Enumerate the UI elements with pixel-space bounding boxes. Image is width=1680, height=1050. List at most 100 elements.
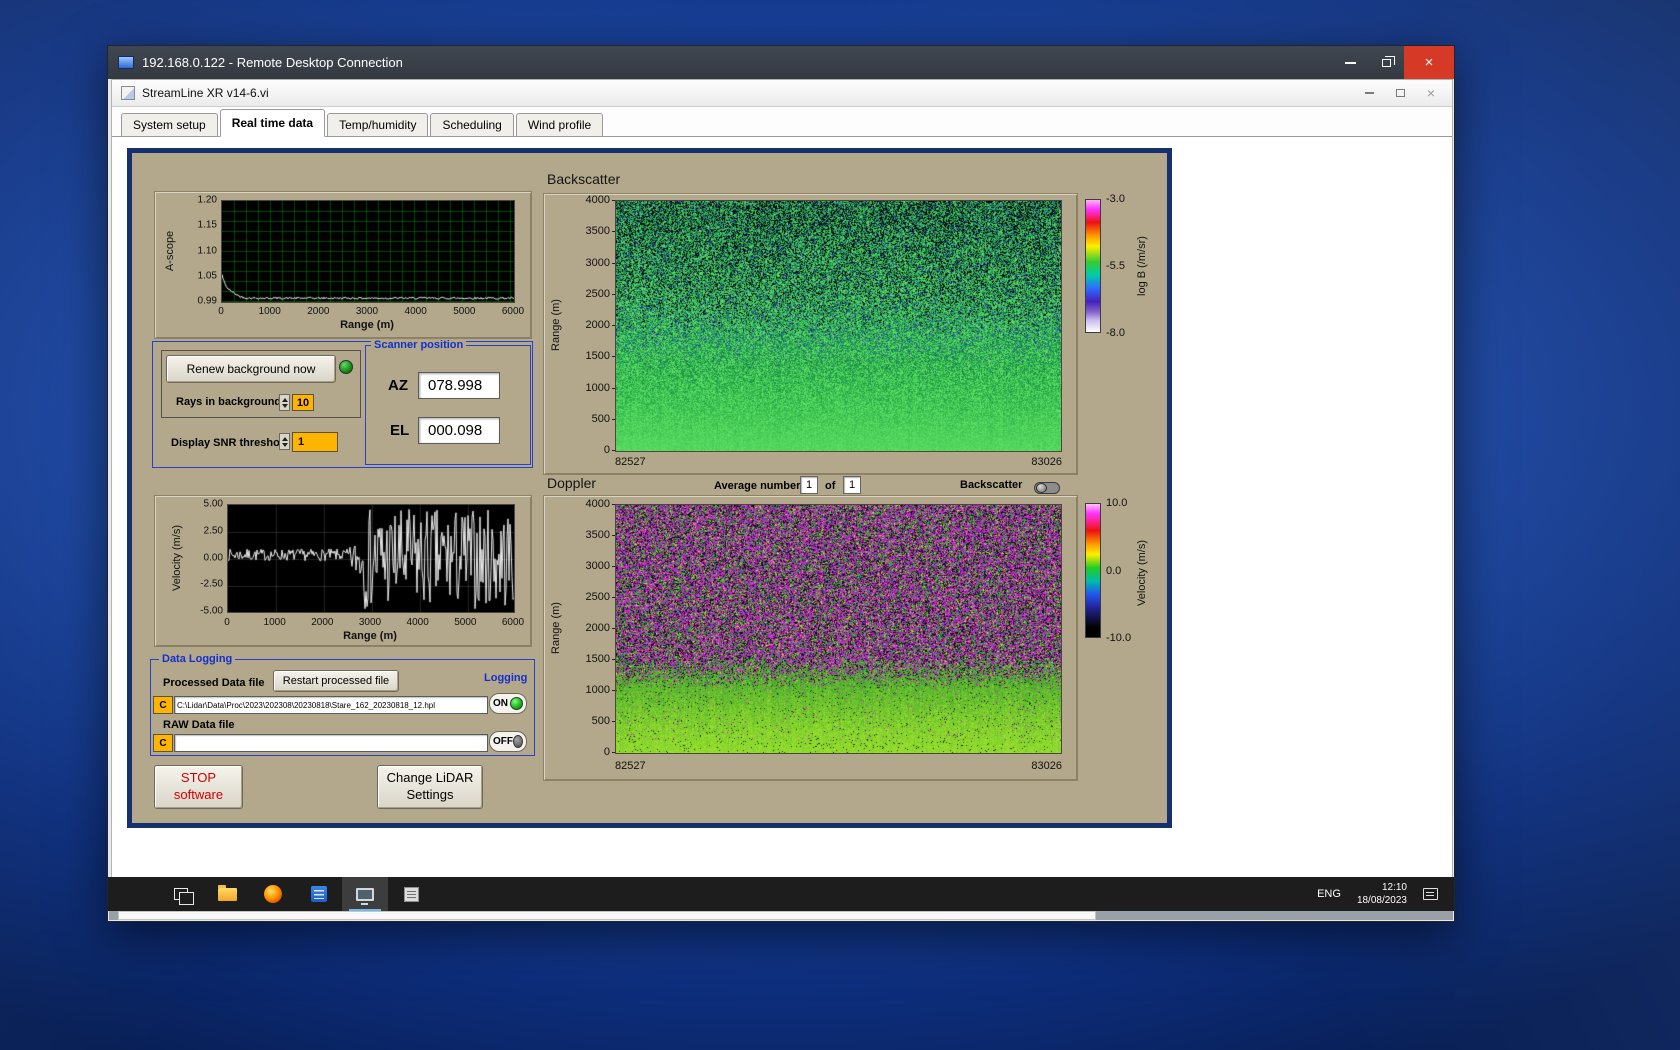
task-view-icon <box>174 888 194 905</box>
taskbar-app-icons <box>158 877 434 911</box>
raw-drive-selector[interactable]: C <box>153 734 173 752</box>
tick-label: -10.0 <box>1106 632 1132 644</box>
restart-processed-file-button[interactable]: Restart processed file <box>273 670 399 692</box>
doppler-xticks: 82527 83026 <box>615 760 1062 772</box>
tick-label: 3000 <box>585 256 617 269</box>
tick-label: 3000 <box>358 617 382 628</box>
app-window-controls: × <box>1364 86 1443 100</box>
backscatter-x-start: 82527 <box>615 456 646 468</box>
stop-software-button[interactable]: STOP software <box>154 765 243 809</box>
tab-temp-humidity[interactable]: Temp/humidity <box>327 113 429 136</box>
tick-label: -8.0 <box>1106 327 1125 339</box>
raw-logging-toggle[interactable]: OFF <box>489 731 527 752</box>
rdp-horizontal-scrollbar[interactable] <box>109 911 1453 920</box>
windows-desktop: 192.168.0.122 - Remote Desktop Connectio… <box>0 0 1680 1050</box>
app-content: A-scope 1.20 1.15 1.10 1.05 0.99 0 1000 2000 30… <box>112 137 1452 877</box>
snr-value-field[interactable]: 1 <box>292 432 338 452</box>
change-lidar-settings-button[interactable]: Change LiDAR Settings <box>377 765 483 809</box>
doppler-colorbar-label-text: Velocity (m/s) <box>1136 539 1148 607</box>
raw-data-file-label: RAW Data file <box>163 719 235 731</box>
ascope-ylabel: A-scope <box>163 200 177 301</box>
doppler-heatmap-canvas <box>615 504 1062 754</box>
tick-label: 0 <box>603 444 617 456</box>
spinner-up-arrow[interactable] <box>281 436 288 441</box>
tick-label: -3.0 <box>1106 193 1125 205</box>
average-of-field[interactable]: 1 <box>843 476 861 494</box>
processed-drive-selector[interactable]: C <box>153 696 173 714</box>
restore-icon <box>1381 55 1395 67</box>
tick-label: 0.99 <box>197 295 217 307</box>
tab-system-setup[interactable]: System setup <box>121 113 218 136</box>
taskbar-clock[interactable]: 12:10 18/08/2023 <box>1357 881 1407 907</box>
tick-label: 1500 <box>585 350 617 363</box>
ascope-ylabel-text: A-scope <box>164 230 176 271</box>
minimize-icon <box>1344 61 1356 64</box>
language-indicator[interactable]: ENG <box>1317 888 1341 900</box>
stop-button-line2: software <box>173 787 224 802</box>
backscatter-xticks: 82527 83026 <box>615 456 1062 468</box>
tick-label: 3500 <box>585 225 617 238</box>
tab-scheduling[interactable]: Scheduling <box>430 113 514 136</box>
processed-path-field[interactable]: C:\Lidar\Data\Proc\2023\202308\20230818\… <box>174 696 488 714</box>
firefox-button[interactable] <box>250 877 296 911</box>
rdp-close-button[interactable]: × <box>1404 46 1454 79</box>
tick-label: 4000 <box>585 498 617 510</box>
scanner-position-group: Scanner position AZ 078.998 EL 000.098 <box>365 339 531 465</box>
task-view-button[interactable] <box>158 877 204 911</box>
file-explorer-button[interactable] <box>204 877 250 911</box>
tick-label: 0.00 <box>203 552 223 563</box>
tab-wind-profile[interactable]: Wind profile <box>515 113 604 136</box>
rdp-restore-button[interactable] <box>1368 46 1404 79</box>
average-number-field[interactable]: 1 <box>800 476 818 494</box>
velocity-plot-canvas <box>227 504 515 613</box>
app-minimize-button[interactable] <box>1364 92 1374 94</box>
az-value-field[interactable]: 078.998 <box>418 372 500 399</box>
blue-app-button[interactable] <box>296 877 342 911</box>
rdp-titlebar[interactable]: 192.168.0.122 - Remote Desktop Connectio… <box>108 46 1454 79</box>
backscatter-colorbar-label-text: log B (/m/sr) <box>1136 236 1148 296</box>
tick-label: 2500 <box>585 591 617 603</box>
scanner-position-title: Scanner position <box>371 339 467 351</box>
tick-label: 1.10 <box>197 245 217 256</box>
renew-background-button[interactable]: Renew background now <box>166 355 336 383</box>
snr-spinner[interactable] <box>279 433 290 450</box>
backscatter-ylabel-text: Range (m) <box>550 299 562 351</box>
tick-label: -5.5 <box>1106 260 1125 272</box>
app-titlebar[interactable]: StreamLine XR v14-6.vi × <box>112 80 1452 107</box>
tick-label: 3500 <box>585 529 617 541</box>
rays-value-field[interactable]: 10 <box>292 394 314 411</box>
processed-logging-toggle[interactable]: ON <box>489 693 527 714</box>
tick-label: 1500 <box>585 653 617 665</box>
real-time-data-panel: A-scope 1.20 1.15 1.10 1.05 0.99 0 1000 2000 30… <box>127 148 1172 828</box>
doppler-colorbar-label: Velocity (m/s) <box>1134 508 1150 638</box>
spinner-up-arrow[interactable] <box>281 397 288 402</box>
ascope-plot-frame: A-scope 1.20 1.15 1.10 1.05 0.99 0 1000 2000 30… <box>154 191 532 339</box>
tick-label: 2000 <box>311 617 334 628</box>
raw-path-field[interactable] <box>174 734 488 752</box>
rdp-minimize-button[interactable] <box>1332 46 1368 79</box>
tick-label: 500 <box>591 412 617 425</box>
tick-label: 5000 <box>454 617 477 628</box>
app-restore-button[interactable] <box>1395 89 1405 97</box>
scan-app-button[interactable] <box>388 877 434 911</box>
backscatter-display-toggle[interactable] <box>1034 482 1060 494</box>
doppler-colorbar <box>1085 503 1101 638</box>
toggle-knob-gray <box>513 735 523 748</box>
el-value-field[interactable]: 000.098 <box>418 417 500 444</box>
tick-label: 4000 <box>406 617 429 628</box>
app-close-button[interactable]: × <box>1427 86 1435 100</box>
backscatter-colorbar-label: log B (/m/sr) <box>1134 201 1150 331</box>
notification-icon[interactable] <box>1423 888 1438 900</box>
rays-spinner[interactable] <box>279 394 290 411</box>
doppler-chart-title: Doppler <box>547 475 597 491</box>
rdp-taskbar-button[interactable] <box>342 877 388 911</box>
tick-label: 10.0 <box>1106 497 1128 509</box>
rdp-scrollbar-thumb[interactable] <box>118 911 1096 920</box>
velocity-xticks: 0 1000 2000 3000 4000 5000 6000 <box>224 617 524 629</box>
spinner-down-arrow[interactable] <box>281 442 288 447</box>
average-number-label: Average number <box>714 480 801 492</box>
spinner-down-arrow[interactable] <box>281 403 288 408</box>
ascope-xticks: 0 1000 2000 3000 4000 5000 6000 <box>218 306 524 318</box>
taskbar: ENG 12:10 18/08/2023 <box>108 877 1454 911</box>
tab-real-time-data[interactable]: Real time data <box>219 109 326 137</box>
